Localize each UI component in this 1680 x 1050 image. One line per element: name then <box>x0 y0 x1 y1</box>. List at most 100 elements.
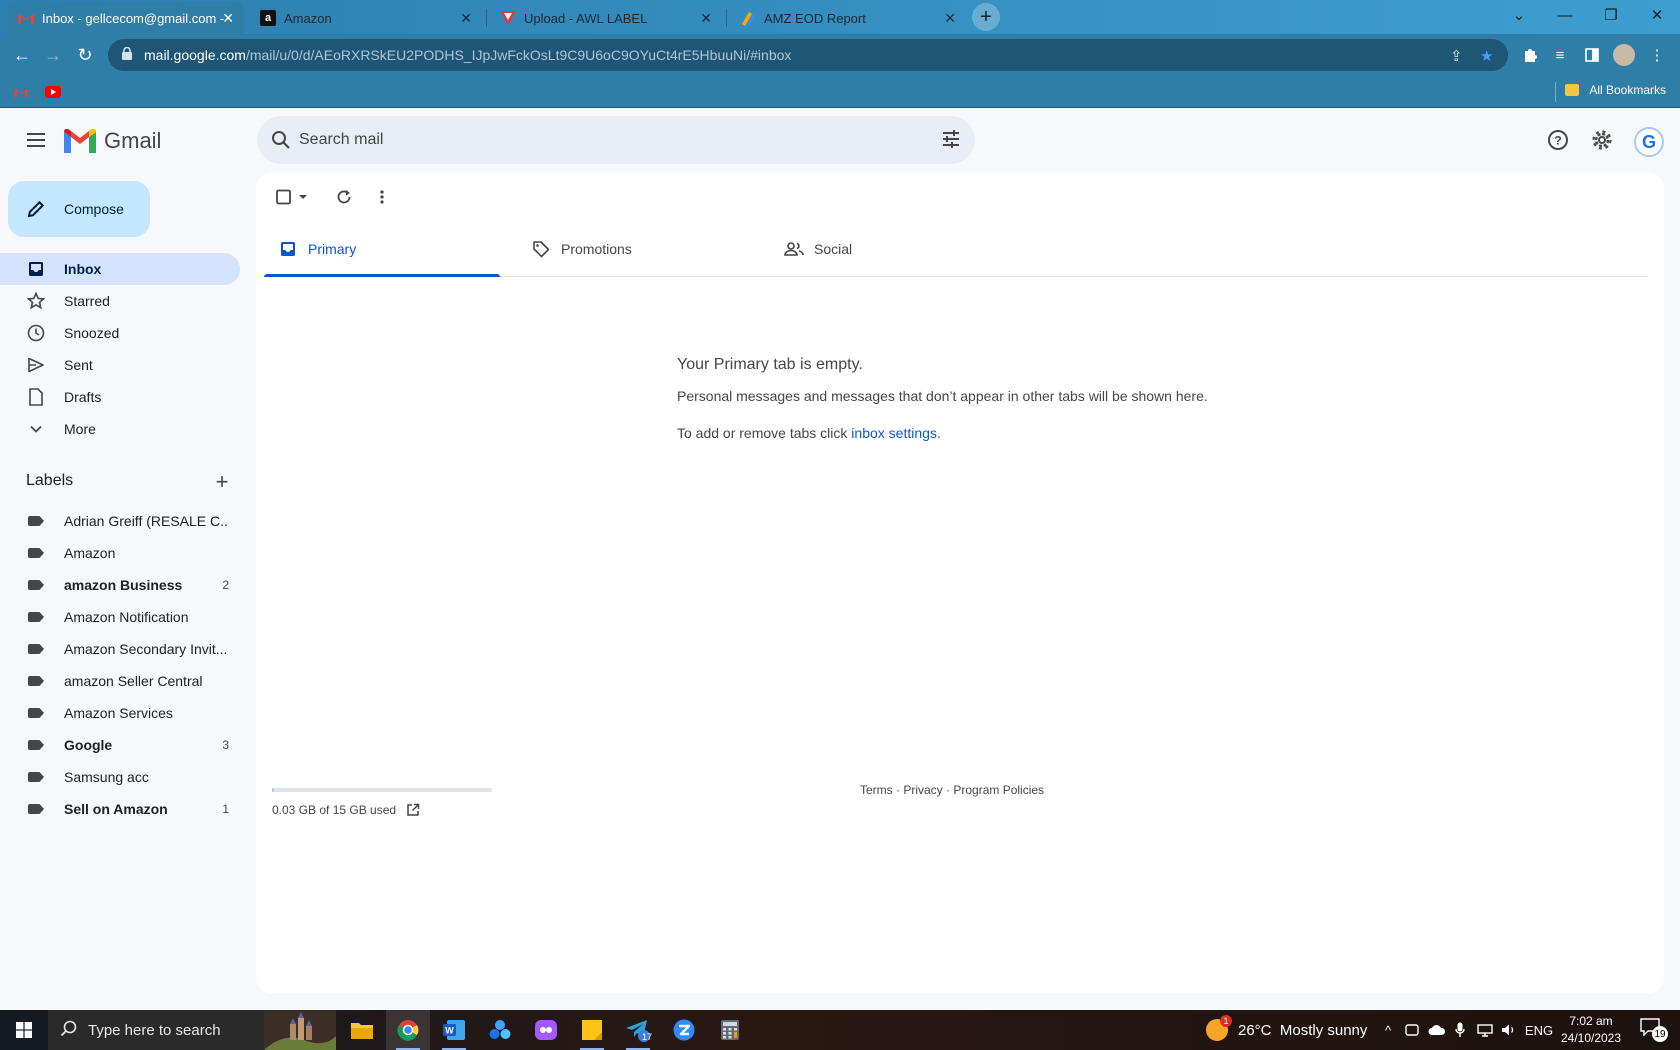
label-item[interactable]: amazon Business 2 <box>0 569 240 601</box>
terms-link[interactable]: Terms <box>860 783 893 797</box>
main-menu-button[interactable] <box>20 124 52 156</box>
bookmark-star-icon[interactable]: ★ <box>1480 47 1493 65</box>
input-language-indicator[interactable]: ENG <box>1522 1010 1556 1050</box>
clipchamp-icon[interactable] <box>524 1010 568 1050</box>
label-icon <box>28 708 44 718</box>
nav-item-more[interactable]: More <box>0 413 240 445</box>
label-item[interactable]: Sell on Amazon 1 <box>0 793 240 825</box>
address-bar[interactable]: mail.google.com/mail/u/0/d/AEoRXRSkEU2PO… <box>108 39 1508 71</box>
account-avatar[interactable]: G <box>1634 127 1664 157</box>
back-button[interactable]: ← <box>10 43 34 67</box>
refresh-icon[interactable] <box>332 185 356 209</box>
close-tab-icon[interactable]: ✕ <box>700 10 712 27</box>
label-item[interactable]: Google 3 <box>0 729 240 761</box>
network-icon[interactable] <box>1474 1010 1496 1050</box>
search-options-icon[interactable] <box>941 129 961 154</box>
browser-tab-gmail[interactable]: Inbox - gellcecom@gmail.com - ✕ <box>8 2 244 34</box>
tab-social[interactable]: Social <box>770 221 1006 277</box>
file-explorer-icon[interactable] <box>340 1010 384 1050</box>
nav-item-starred[interactable]: Starred <box>0 285 240 317</box>
label-item[interactable]: Samsung acc <box>0 761 240 793</box>
nav-item-sent[interactable]: Sent <box>0 349 240 381</box>
url-host: mail.google.com <box>144 47 246 63</box>
side-panel-icon[interactable] <box>1580 43 1604 67</box>
extensions-icon[interactable] <box>1518 43 1542 67</box>
privacy-link[interactable]: Privacy <box>903 783 942 797</box>
label-item[interactable]: Amazon Services <box>0 697 240 729</box>
main-panel: Primary Promotions Social Your Primary t… <box>256 173 1664 993</box>
tab-promotions[interactable]: Promotions <box>517 221 753 277</box>
search-icon[interactable] <box>271 130 291 155</box>
calculator-icon[interactable] <box>708 1010 752 1050</box>
volume-icon[interactable] <box>1498 1010 1520 1050</box>
tab-primary[interactable]: Primary <box>264 221 500 277</box>
clock-date: 24/10/2023 <box>1560 1031 1622 1045</box>
storage-usage: 0.03 GB of 15 GB used <box>272 803 420 817</box>
inbox-settings-link[interactable]: inbox settings <box>851 425 937 441</box>
inbox-tab-icon <box>278 239 298 259</box>
label-item[interactable]: amazon Seller Central <box>0 665 240 697</box>
meet-now-icon[interactable] <box>1402 1010 1422 1050</box>
profile-avatar-icon[interactable] <box>1612 43 1636 67</box>
more-actions-icon[interactable] <box>370 185 394 209</box>
select-all-checkbox[interactable] <box>274 185 310 209</box>
close-tab-icon[interactable]: ✕ <box>222 10 234 27</box>
program-policies-link[interactable]: Program Policies <box>953 783 1044 797</box>
share-icon[interactable]: ⇪ <box>1450 47 1463 65</box>
youtube-bookmark-icon[interactable] <box>44 83 62 101</box>
forward-button[interactable]: → <box>41 43 65 67</box>
search-bar[interactable] <box>257 116 975 164</box>
gmail-bookmark-icon[interactable] <box>12 83 30 101</box>
browser-tab-awl[interactable]: Upload - AWL LABEL ✕ <box>490 2 722 34</box>
notification-center-icon[interactable]: 19 <box>1640 1018 1668 1042</box>
search-input[interactable] <box>299 128 859 152</box>
nav-item-drafts[interactable]: Drafts <box>0 381 240 413</box>
gmail-logo[interactable]: Gmail <box>64 126 161 156</box>
nav-item-inbox[interactable]: Inbox <box>0 253 240 285</box>
nav-item-snoozed[interactable]: Snoozed <box>0 317 240 349</box>
external-link-icon[interactable] <box>406 803 420 817</box>
label-item[interactable]: Amazon Secondary Invit... <box>0 633 240 665</box>
taskbar-clock[interactable]: 7:02 am 24/10/2023 <box>1556 1013 1626 1047</box>
browser-tab-amazon[interactable]: a Amazon ✕ <box>250 2 482 34</box>
compose-button[interactable]: Compose <box>8 181 150 237</box>
label-item[interactable]: Adrian Greiff (RESALE C... <box>0 505 240 537</box>
zoom-icon[interactable] <box>662 1010 706 1050</box>
restore-button[interactable]: ❐ <box>1588 0 1634 30</box>
amazon-icon: a <box>260 10 276 26</box>
folder-icon <box>1565 84 1580 96</box>
close-window-button[interactable]: ✕ <box>1634 0 1680 30</box>
empty-title: Your Primary tab is empty. <box>677 356 863 373</box>
label-icon <box>28 644 44 654</box>
settings-gear-icon[interactable] <box>1586 124 1618 156</box>
tab-title: Inbox - gellcecom@gmail.com - <box>42 10 225 26</box>
start-button[interactable] <box>0 1010 48 1050</box>
telegram-badge: 17 <box>642 1032 653 1042</box>
onedrive-cloud-icon[interactable] <box>1426 1010 1448 1050</box>
all-bookmarks-button[interactable]: All Bookmarks <box>1565 83 1666 97</box>
minimize-button[interactable]: — <box>1542 0 1588 30</box>
sticky-notes-icon[interactable] <box>570 1010 614 1050</box>
telegram-icon[interactable]: 17 <box>616 1010 660 1050</box>
new-tab-button[interactable]: + <box>972 3 1000 31</box>
sync-app-icon[interactable] <box>478 1010 522 1050</box>
label-item[interactable]: Amazon <box>0 537 240 569</box>
show-hidden-icons-chevron-up-icon[interactable]: ^ <box>1378 1010 1398 1050</box>
taskbar-search[interactable]: Type here to search <box>48 1010 336 1050</box>
help-icon[interactable]: ? <box>1542 124 1574 156</box>
browser-tab-report[interactable]: AMZ EOD Report ✕ <box>730 2 966 34</box>
chrome-taskbar-icon[interactable] <box>386 1010 430 1050</box>
close-tab-icon[interactable]: ✕ <box>460 10 472 27</box>
tab-search-icon[interactable]: ⌄ <box>1496 0 1542 30</box>
add-label-button[interactable]: + <box>210 469 234 494</box>
weather-widget[interactable]: 1 26°C Mostly sunny <box>1206 1010 1367 1050</box>
mail-toolbar <box>256 173 1664 221</box>
reload-button[interactable]: ↻ <box>73 43 97 67</box>
label-item[interactable]: Amazon Notification <box>0 601 240 633</box>
media-control-icon[interactable]: ≡ <box>1548 43 1572 67</box>
close-tab-icon[interactable]: ✕ <box>944 10 956 27</box>
word-icon[interactable]: W <box>432 1010 476 1050</box>
microphone-icon[interactable] <box>1450 1010 1470 1050</box>
gmail-logo-icon <box>64 129 96 153</box>
chrome-menu-icon[interactable]: ⋮ <box>1645 43 1669 67</box>
